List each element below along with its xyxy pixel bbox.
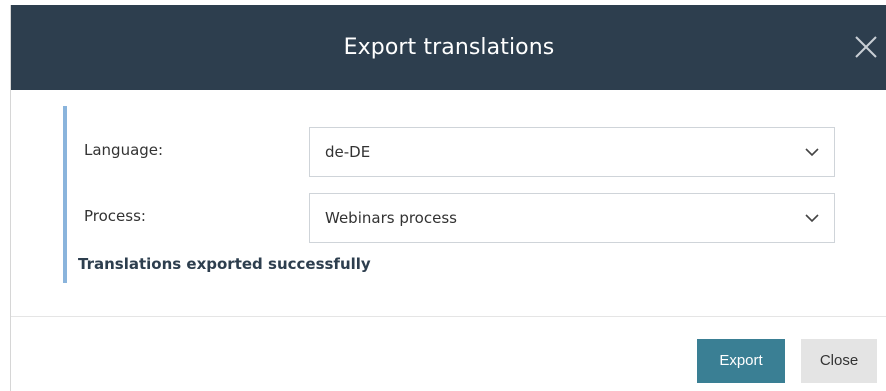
language-label: Language: — [84, 141, 164, 159]
export-form: Language: de-DE Process: Webinars proces… — [63, 106, 853, 283]
process-label: Process: — [84, 207, 146, 225]
close-button[interactable]: Close — [801, 339, 877, 383]
export-button[interactable]: Export — [697, 339, 785, 383]
chevron-down-icon — [804, 145, 820, 159]
process-select[interactable]: Webinars process — [309, 193, 835, 243]
chevron-down-icon — [804, 211, 820, 225]
success-message: Translations exported successfully — [78, 255, 371, 273]
process-select-value: Webinars process — [325, 209, 457, 227]
language-select-value: de-DE — [325, 143, 371, 161]
language-select[interactable]: de-DE — [309, 127, 835, 177]
dialog-title: Export translations — [343, 35, 555, 60]
close-icon[interactable] — [851, 32, 881, 62]
export-translations-dialog: Export translations Language: de-DE Proc… — [10, 5, 886, 391]
footer-divider — [11, 316, 886, 317]
dialog-header: Export translations — [11, 5, 886, 90]
